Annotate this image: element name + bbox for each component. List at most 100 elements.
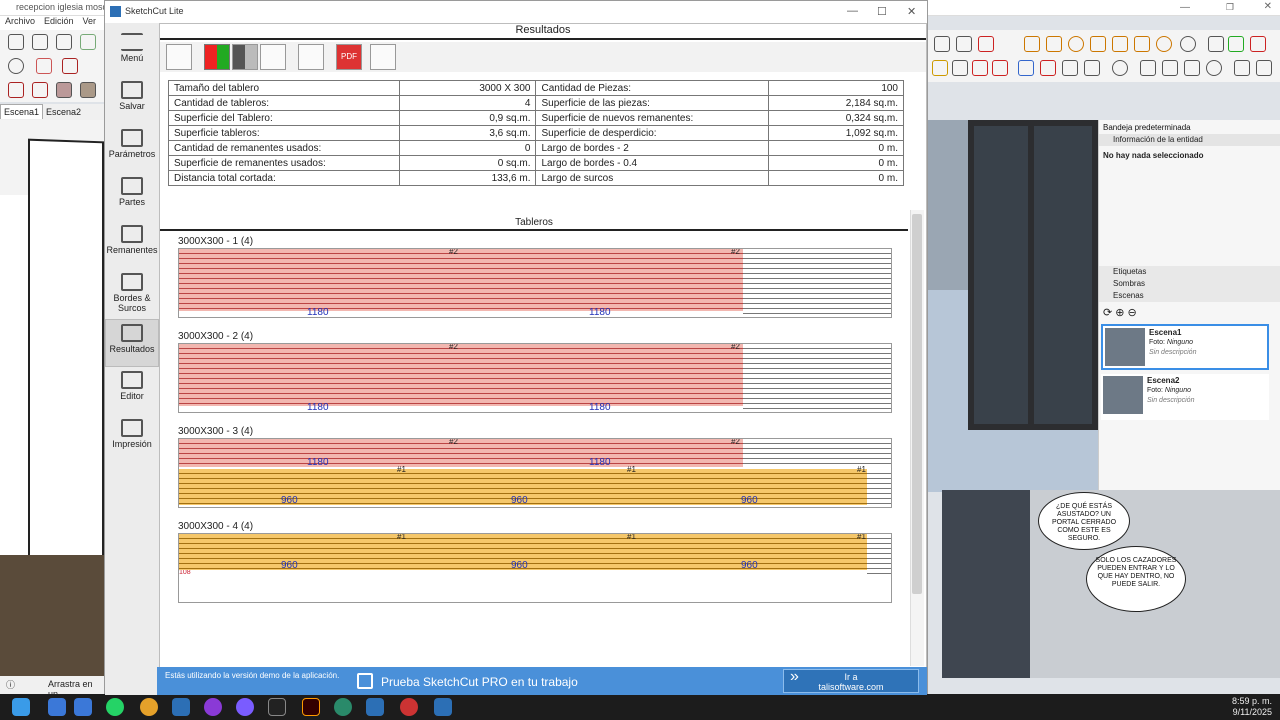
eye-icon[interactable] (1062, 60, 1078, 76)
sidebar-item-menu[interactable]: Menú (105, 29, 159, 77)
footprint-icon[interactable] (1084, 60, 1100, 76)
tool-icon[interactable] (1256, 60, 1272, 76)
tool-icon[interactable] (1228, 36, 1244, 52)
grey-view-button[interactable] (232, 44, 258, 70)
tool-icon[interactable] (1208, 36, 1224, 52)
piece-mark: #1 (857, 533, 866, 541)
app-icon[interactable] (172, 698, 190, 716)
sidebar-item-editor[interactable]: Editor (105, 367, 159, 415)
sketchup-viewport-right[interactable] (928, 120, 1098, 492)
app-icon[interactable] (204, 698, 222, 716)
select-icon[interactable] (8, 58, 24, 74)
tool-icon[interactable] (934, 36, 950, 52)
tool-icon[interactable] (1068, 36, 1084, 52)
tool-icon[interactable] (932, 60, 948, 76)
eraser-icon[interactable] (36, 58, 52, 74)
tool-icon[interactable] (978, 36, 994, 52)
tool-icon[interactable] (80, 34, 96, 50)
tray-entity-header[interactable]: Información de la entidad (1099, 134, 1280, 146)
tool-icon[interactable] (32, 34, 48, 50)
sidebar-item-bordes-surcos[interactable]: Bordes & Surcos (105, 269, 159, 321)
sidebar-item-resultados[interactable]: Resultados (105, 319, 159, 367)
tool-icon[interactable] (1024, 36, 1040, 52)
scene-controls[interactable]: ⟳ ⊕ ⊖ (1103, 306, 1137, 319)
model-floor (0, 555, 105, 676)
taskbar-clock[interactable]: 8:59 p. m. 9/11/2025 (1232, 696, 1272, 718)
tool-icon[interactable] (1184, 60, 1200, 76)
tool-icon[interactable] (1018, 60, 1034, 76)
scene-tab-2[interactable]: Escena2 (43, 105, 84, 119)
tool-icon[interactable] (1046, 36, 1062, 52)
tool-icon[interactable] (956, 36, 972, 52)
arc-icon[interactable] (32, 82, 48, 98)
sketchcut-icon[interactable] (366, 698, 384, 716)
tool-icon[interactable] (972, 60, 988, 76)
tool-icon[interactable] (1112, 60, 1128, 76)
app-icon[interactable] (236, 698, 254, 716)
tool-icon[interactable] (1156, 36, 1172, 52)
app-icon[interactable] (400, 698, 418, 716)
scene-item-2[interactable]: Escena2 Foto: Ninguno Sin descripción (1101, 374, 1269, 420)
whatsapp-icon[interactable] (106, 698, 124, 716)
zoom-icon[interactable] (952, 60, 968, 76)
illustrator-icon[interactable] (302, 698, 320, 716)
summary-label: Largo de bordes - 0.4 (535, 155, 770, 171)
tool-icon[interactable] (1250, 36, 1266, 52)
waste-strip (867, 469, 891, 507)
tool-icon[interactable] (1090, 36, 1106, 52)
tool-icon[interactable] (1140, 60, 1156, 76)
windows-start-icon[interactable] (12, 698, 30, 716)
tool-icon[interactable] (8, 34, 24, 50)
sidebar-item-parametros[interactable]: Parámetros (105, 125, 159, 173)
visit-site-button[interactable]: » Ir a talisoftware.com (783, 669, 919, 693)
layout-view-button[interactable] (166, 44, 192, 70)
info-icon[interactable]: ⓘ (6, 678, 15, 691)
app-icon[interactable] (268, 698, 286, 716)
menu-edicion[interactable]: Edición (44, 16, 74, 26)
tool-icon[interactable] (1162, 60, 1178, 76)
maximize-icon[interactable]: ☐ (877, 5, 887, 18)
tool-icon[interactable] (1040, 60, 1056, 76)
tool-icon[interactable] (992, 60, 1008, 76)
minimize-icon[interactable]: — (847, 5, 858, 17)
sidebar-item-salvar[interactable]: Salvar (105, 77, 159, 125)
tray-section-etiquetas[interactable]: Etiquetas (1099, 266, 1280, 278)
outline-view-button[interactable] (260, 44, 286, 70)
scene-item-1[interactable]: Escena1 Foto: Ninguno Sin descripción (1101, 324, 1269, 370)
app-icon[interactable] (74, 698, 92, 716)
pdf-export-button[interactable]: PDF (336, 44, 362, 70)
chrome-icon[interactable] (140, 698, 158, 716)
scrollbar-thumb[interactable] (912, 214, 922, 594)
print-button[interactable] (370, 44, 396, 70)
shape-icon[interactable] (80, 82, 96, 98)
app-icon[interactable] (334, 698, 352, 716)
tool-icon[interactable] (1180, 36, 1196, 52)
shape-icon[interactable] (56, 82, 72, 98)
pencil-icon[interactable] (62, 58, 78, 74)
sketchup-icon[interactable] (434, 698, 452, 716)
piece-dimension: 1180 (589, 402, 611, 413)
line-icon[interactable] (8, 82, 24, 98)
window-view-button[interactable] (298, 44, 324, 70)
minimize-icon[interactable]: — (1180, 2, 1190, 13)
tool-icon[interactable] (1234, 60, 1250, 76)
scene-tab-1[interactable]: Escena1 (0, 104, 44, 119)
close-icon[interactable]: ✕ (907, 5, 916, 18)
tool-icon[interactable] (1112, 36, 1128, 52)
tray-section-escenas[interactable]: Escenas (1099, 290, 1280, 302)
remnants-icon (121, 225, 143, 243)
tool-icon[interactable] (56, 34, 72, 50)
color-view-button[interactable] (204, 44, 230, 70)
sidebar-item-remanentes[interactable]: Remanentes (105, 221, 159, 269)
tray-section-sombras[interactable]: Sombras (1099, 278, 1280, 290)
tool-icon[interactable] (1134, 36, 1150, 52)
menu-archivo[interactable]: Archivo (5, 16, 35, 26)
sidebar-item-impresion[interactable]: Impresión (105, 415, 159, 463)
restore-icon[interactable]: ❐ (1226, 2, 1234, 13)
app-icon[interactable] (48, 698, 66, 716)
close-icon[interactable]: ✕ (1264, 1, 1272, 12)
sidebar-item-partes[interactable]: Partes (105, 173, 159, 221)
tool-icon[interactable] (1206, 60, 1222, 76)
menu-ver[interactable]: Ver (83, 16, 97, 26)
summary-label: Cantidad de Piezas: (535, 80, 770, 96)
